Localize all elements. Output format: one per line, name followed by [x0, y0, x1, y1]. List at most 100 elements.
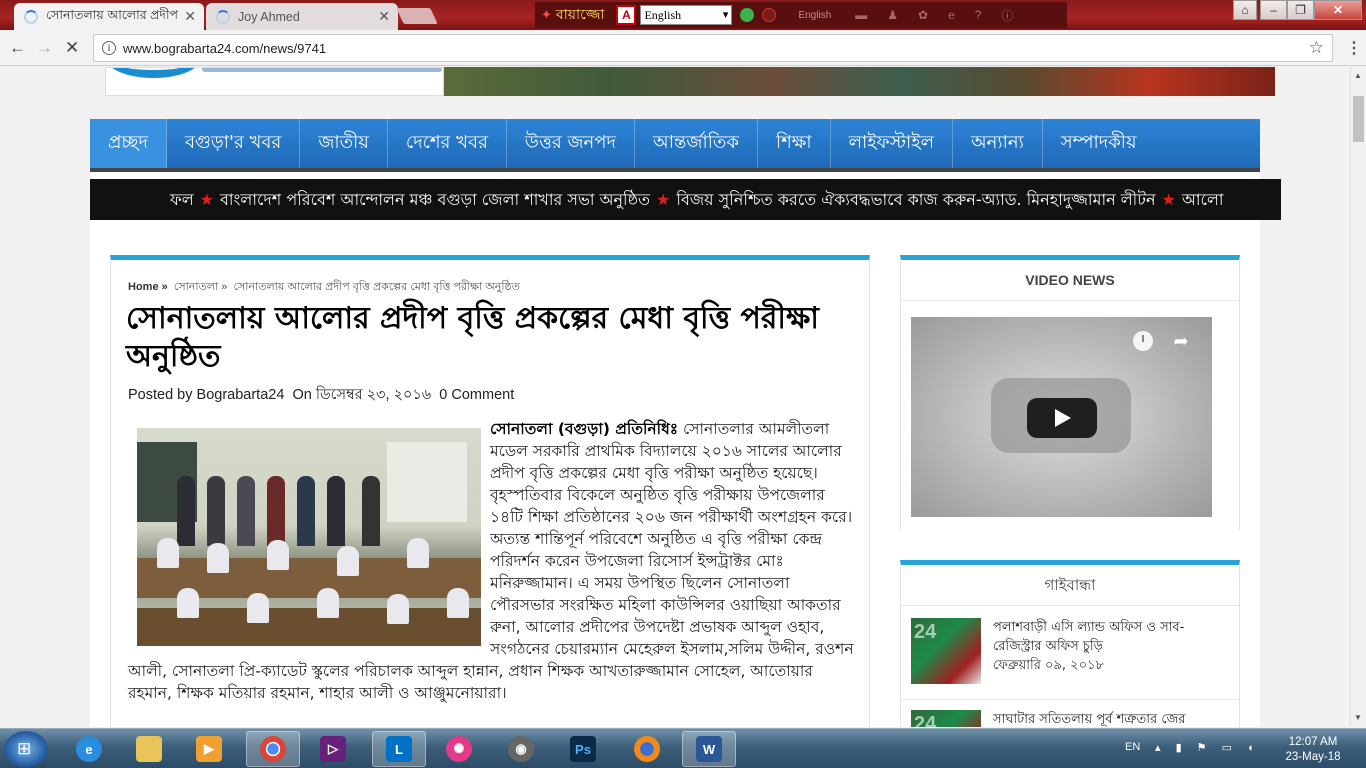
news-thumbnail[interactable]: 24 [911, 710, 981, 727]
site-info-icon[interactable]: i [102, 41, 116, 55]
nav-item-country[interactable]: দেশের খবর [388, 119, 507, 168]
start-button[interactable]: ⊞ [4, 731, 48, 767]
play-icon[interactable] [1027, 398, 1097, 438]
profile-button[interactable]: ⌂ [1233, 0, 1257, 20]
video-player[interactable]: ➦ [911, 317, 1212, 517]
ticker-item[interactable]: ফল [170, 190, 194, 209]
ime-settings-icon[interactable] [762, 8, 777, 22]
chrome-menu-icon[interactable]: ⋮ [1346, 38, 1362, 58]
taskbar-explorer-icon[interactable] [122, 731, 176, 767]
news-title[interactable]: পলাশবাড়ী এসি ল্যান্ড অফিস ও সাব-রেজিস্ট… [993, 618, 1223, 656]
taskbar-word-icon[interactable]: W [682, 731, 736, 767]
close-window-button[interactable]: ✕ [1314, 0, 1362, 20]
nav-item-others[interactable]: অন্যান্য [953, 119, 1043, 168]
page-viewport: প্রচ্ছদ বগুড়া'র খবর জাতীয় দেশের খবর উত… [0, 67, 1350, 727]
ime-language-select[interactable]: English [640, 5, 733, 25]
breadcrumb-category[interactable]: সোনাতলা [174, 281, 218, 293]
taskbar-firefox-icon[interactable] [620, 731, 674, 767]
taskbar-media-icon[interactable]: ▶ [182, 731, 236, 767]
nav-item-bogura[interactable]: বগুড়া'র খবর [167, 119, 301, 168]
page-container: প্রচ্ছদ বগুড়া'র খবর জাতীয় দেশের খবর উত… [90, 119, 1281, 727]
list-item[interactable]: 24 পলাশবাড়ী এসি ল্যান্ড অফিস ও সাব-রেজি… [911, 618, 1231, 688]
ime-globe-icon[interactable] [740, 8, 755, 22]
breadcrumb-home[interactable]: Home [128, 281, 159, 293]
news-thumbnail[interactable]: 24 [911, 618, 981, 684]
district-news-box: গাইবান্ধা 24 পলাশবাড়ী এসি ল্যান্ড অফিস … [900, 560, 1240, 727]
taskbar-ie-icon[interactable]: e [62, 731, 116, 767]
tray-icons[interactable]: ▴ ▮ ⚑ ▭ ◖ [1155, 741, 1260, 754]
article-headline: সোনাতলায় আলোর প্রদীপ বৃত্তি প্রকল্পের ম… [126, 301, 819, 374]
clock-date: 23-May-18 [1285, 751, 1341, 763]
loading-spinner-icon [216, 9, 230, 24]
ime-toolbar: ✦ বায়াজ্জো A English English ▬ ♟ ✿ e ? … [535, 2, 1067, 28]
list-item[interactable]: 24 সাঘাটার সতিতলায় পূর্ব শত্রুতার জের [911, 710, 1231, 727]
article-photo[interactable] [137, 428, 481, 646]
url-text[interactable]: www.bograbarta24.com/news/9741 [123, 41, 326, 56]
author-link[interactable]: Bograbarta24 [197, 387, 285, 403]
scroll-down-icon[interactable]: ▼ [1354, 713, 1362, 722]
tab-joy-ahmed[interactable]: Joy Ahmed ✕ [206, 3, 398, 30]
clock-icon[interactable] [1133, 331, 1153, 351]
news-title[interactable]: সাঘাটার সতিতলায় পূর্ব শত্রুতার জের [993, 710, 1223, 727]
taskbar-media-player-icon[interactable]: ◉ [494, 731, 548, 767]
ticker-item[interactable]: আলো [1182, 190, 1224, 209]
posted-by-label: Posted by [128, 387, 193, 403]
scroll-thumb[interactable] [1353, 96, 1364, 142]
taskbar-chrome-icon[interactable] [246, 731, 300, 767]
share-icon[interactable]: ➦ [1170, 330, 1192, 352]
minimize-button[interactable]: – [1260, 0, 1287, 20]
nav-item-home[interactable]: প্রচ্ছদ [90, 119, 167, 168]
nav-item-editorial[interactable]: সম্পাদকীয় [1043, 119, 1155, 168]
article-box: Home » সোনাতলা » সোনাতলায় আলোর প্রদীপ ব… [110, 255, 870, 727]
forward-icon[interactable]: → [36, 38, 53, 58]
windows-logo-icon: ⊞ [17, 739, 32, 758]
page-scrollbar[interactable]: ▲ ▼ [1350, 67, 1366, 727]
new-tab-button[interactable] [396, 8, 438, 24]
taskbar-photoshop-icon[interactable]: Ps [556, 731, 610, 767]
address-bar[interactable]: i www.bograbarta24.com/news/9741 ☆ [93, 34, 1333, 62]
ime-help-icon[interactable]: ? [975, 8, 982, 22]
ime-status: English [798, 9, 832, 21]
browser-toolbar: ← → ✕ i www.bograbarta24.com/news/9741 ☆… [0, 30, 1366, 66]
bookmark-star-icon[interactable]: ☆ [1309, 38, 1324, 58]
nav-item-education[interactable]: শিক্ষা [758, 119, 831, 168]
ime-edit-icon[interactable]: e [948, 8, 955, 22]
tab-title: Joy Ahmed [238, 9, 300, 24]
breadcrumb-current: সোনাতলায় আলোর প্রদীপ বৃত্তি প্রকল্পের ম… [233, 281, 520, 293]
video-news-title: VIDEO NEWS [901, 260, 1239, 301]
ime-name: বায়াজ্জো [555, 6, 605, 22]
ime-minimize-icon[interactable]: ▬ [855, 8, 867, 22]
nav-item-international[interactable]: আন্তর্জাতিক [635, 119, 758, 168]
star-icon: ★ [656, 190, 671, 209]
bijoy-logo-icon: ✦ [541, 7, 552, 22]
nav-item-lifestyle[interactable]: লাইফস্টাইল [831, 119, 954, 168]
tray-language[interactable]: EN [1125, 741, 1140, 753]
close-tab-icon[interactable]: ✕ [184, 8, 196, 25]
breadcrumb: Home » সোনাতলা » সোনাতলায় আলোর প্রদীপ ব… [128, 278, 520, 297]
article-meta: Posted by Bograbarta24 On ডিসেম্বর ২৩, ২… [128, 384, 514, 408]
nav-item-north[interactable]: উত্তর জনপদ [507, 119, 635, 168]
tab-active[interactable]: সোনাতলায় আলোর প্রদীপ ✕ [14, 3, 204, 30]
star-icon: ★ [1161, 190, 1176, 209]
site-logo-banner[interactable] [105, 67, 444, 96]
back-icon[interactable]: ← [9, 38, 26, 58]
ime-info-icon[interactable]: ⓘ [1001, 7, 1013, 24]
scroll-up-icon[interactable]: ▲ [1354, 71, 1362, 80]
taskbar-clock[interactable]: 12:07 AM 23-May-18 [1278, 735, 1348, 765]
comment-count[interactable]: 0 Comment [439, 387, 514, 403]
ime-gear-icon[interactable]: ✿ [918, 8, 928, 22]
ime-font-icon[interactable]: A [616, 5, 637, 25]
taskbar-lync-icon[interactable]: L [372, 731, 426, 767]
ticker-item[interactable]: বাংলাদেশ পরিবেশ আন্দোলন মঞ্চ বগুড়া জেলা… [220, 190, 650, 209]
taskbar-paint-icon[interactable]: ✺ [432, 731, 486, 767]
ticker-item[interactable]: বিজয় সুনিশ্চিত করতে ঐক্যবদ্ধভাবে কাজ কর… [676, 190, 1155, 209]
maximize-button[interactable]: ❐ [1287, 0, 1314, 20]
close-tab-icon[interactable]: ✕ [378, 8, 390, 25]
nav-item-national[interactable]: জাতীয় [300, 119, 388, 168]
breadcrumb-sep: » [221, 281, 228, 293]
stop-loading-icon[interactable]: ✕ [65, 38, 79, 58]
main-navigation: প্রচ্ছদ বগুড়া'র খবর জাতীয় দেশের খবর উত… [90, 119, 1260, 172]
ime-keyboard-icon[interactable]: ♟ [887, 8, 898, 22]
taskbar-vs-icon[interactable]: ▷ [306, 731, 360, 767]
video-news-box: VIDEO NEWS ➦ [900, 255, 1240, 530]
